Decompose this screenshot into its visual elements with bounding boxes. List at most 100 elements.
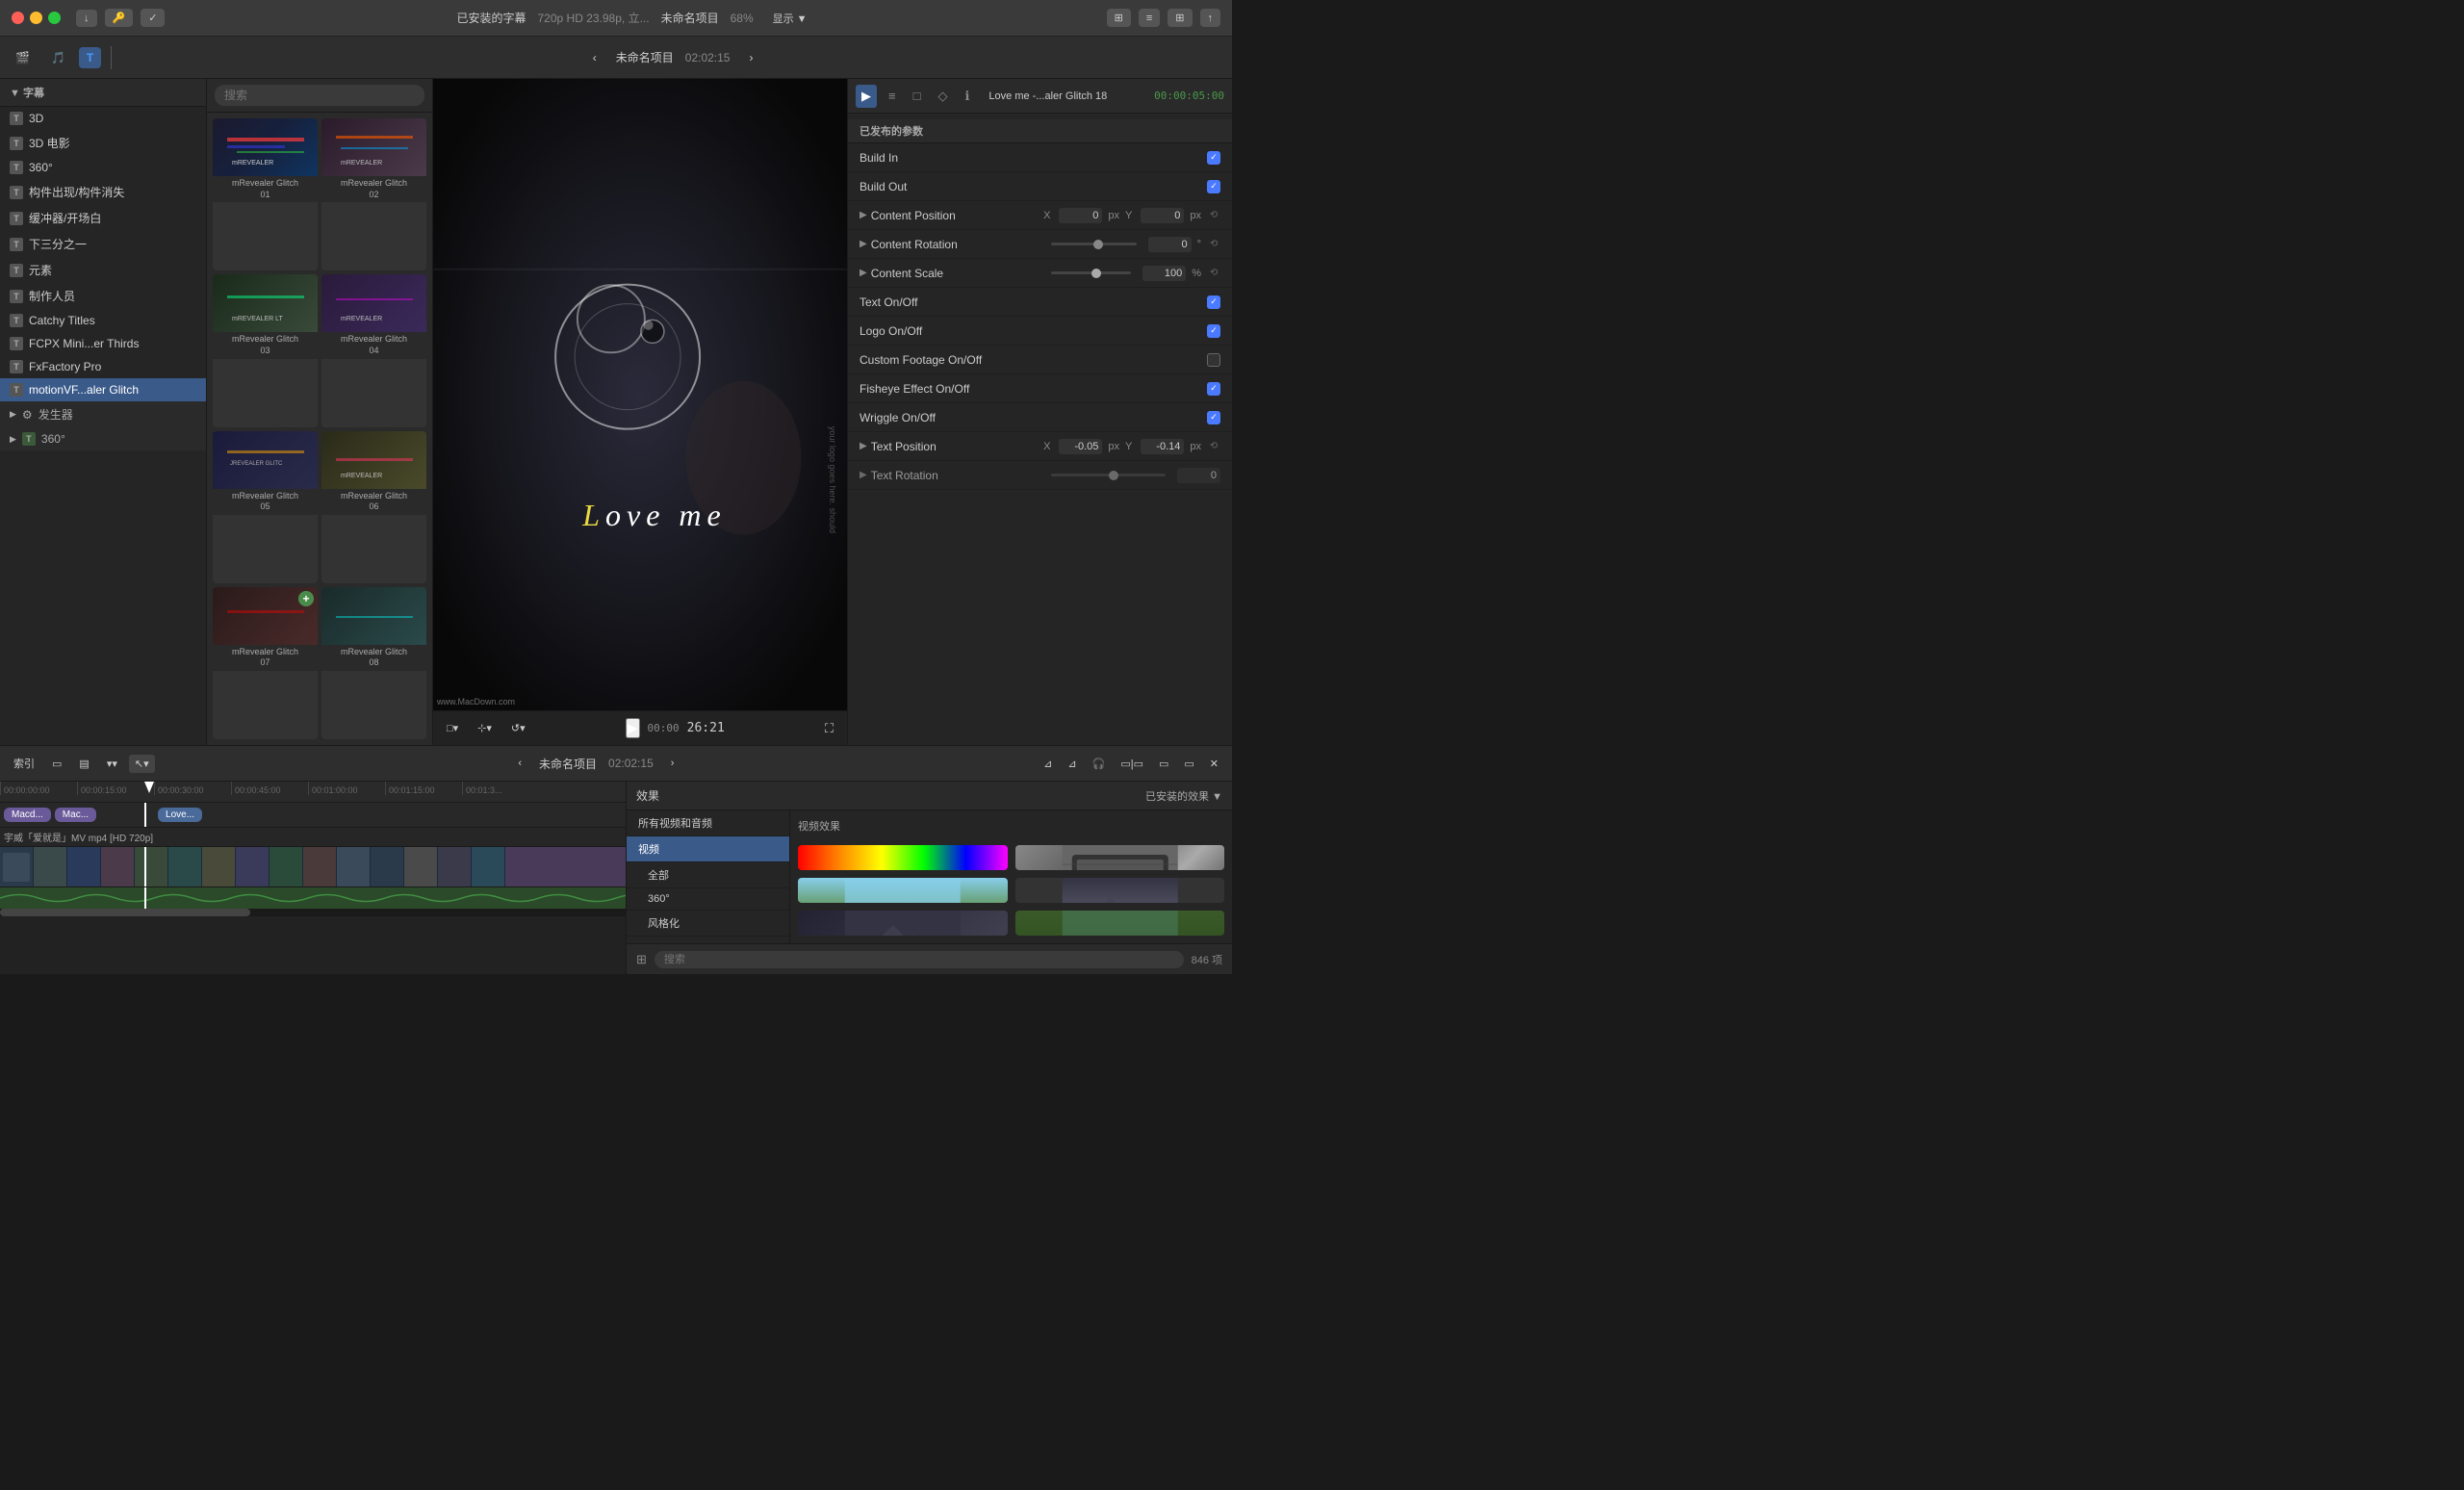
content-scale-value[interactable]: [1142, 266, 1186, 281]
content-pos-y[interactable]: [1141, 208, 1184, 223]
inspector-tab-share[interactable]: ◇: [932, 85, 953, 108]
clip-chip-mac[interactable]: Mac...: [55, 808, 96, 822]
minimize-button[interactable]: [30, 12, 42, 24]
browser-item-glitch01[interactable]: mREVEALER mRevealer Glitch01: [213, 118, 318, 270]
browser-item-glitch03[interactable]: mREVEALER LT mRevealer Glitch03: [213, 274, 318, 426]
effect-item-blur1[interactable]: [798, 911, 1008, 936]
display-btn[interactable]: 显示 ▼: [765, 7, 815, 30]
audio-expand-btn[interactable]: ⊿: [1038, 755, 1058, 773]
effects-cat-all[interactable]: 全部: [627, 862, 789, 888]
effects-grid-view-btn[interactable]: ⊞: [636, 952, 647, 967]
browser-item-glitch06[interactable]: mREVEALER mRevealer Glitch06: [321, 431, 426, 583]
browser-item-glitch08[interactable]: mRevealer Glitch08: [321, 587, 426, 739]
custom-footage-checkbox[interactable]: [1207, 353, 1220, 367]
logo-onoff-checkbox[interactable]: [1207, 324, 1220, 338]
effect-item-color-palette[interactable]: 颜色板: [798, 845, 1008, 870]
sidebar-item-fxfactory[interactable]: T FxFactory Pro: [0, 355, 206, 378]
fullscreen-btn[interactable]: ⛶: [819, 718, 839, 739]
effects-cat-360[interactable]: 360°: [627, 888, 789, 911]
sidebar-item-catchy-titles[interactable]: T Catchy Titles: [0, 309, 206, 332]
audio-track[interactable]: [0, 887, 626, 909]
music-btn[interactable]: 🎵: [43, 47, 73, 68]
text-pos-y[interactable]: [1141, 439, 1184, 454]
index-btn[interactable]: 索引: [8, 753, 40, 774]
content-pos-reset[interactable]: ⟲: [1207, 209, 1220, 222]
settings-btn[interactable]: ⊞: [1168, 9, 1192, 27]
library-group-360[interactable]: ▶ T 360°: [0, 427, 206, 450]
text-pos-x[interactable]: [1059, 439, 1102, 454]
content-rotation-value[interactable]: [1148, 237, 1192, 252]
content-rotation-track[interactable]: [1051, 243, 1136, 245]
fisheye-checkbox[interactable]: [1207, 382, 1220, 396]
content-pos-x[interactable]: [1059, 208, 1102, 223]
track-view-btn[interactable]: ▤: [73, 755, 94, 773]
content-scale-track[interactable]: [1051, 271, 1131, 274]
text-rotation-expand[interactable]: ▶: [860, 470, 867, 480]
content-rotation-reset[interactable]: ⟲: [1207, 238, 1220, 251]
text-pos-reset[interactable]: ⟲: [1207, 440, 1220, 453]
browser-item-glitch07[interactable]: + mRevealer Glitch07: [213, 587, 318, 739]
nav-next-btn[interactable]: ›: [741, 47, 760, 68]
clip-edit-btn[interactable]: ▭|▭: [1115, 755, 1149, 773]
effects-cat-light[interactable]: 光源: [627, 937, 789, 943]
sidebar-item-credits[interactable]: T 制作人员: [0, 283, 206, 309]
effect-item-tv50[interactable]: 50 年代电视机: [1015, 845, 1225, 870]
maximize-button[interactable]: [48, 12, 61, 24]
text-onoff-checkbox[interactable]: [1207, 295, 1220, 309]
clip-chip-love[interactable]: Love...: [158, 808, 202, 822]
transform-btn[interactable]: ⊹▾: [472, 719, 498, 737]
inspector-tab-meta[interactable]: ℹ: [959, 85, 975, 108]
timeline-settings-btn[interactable]: ▾▾: [101, 755, 123, 773]
effects-dropdown-btn[interactable]: 已安装的效果 ▼: [1145, 788, 1222, 804]
content-scale-reset[interactable]: ⟲: [1207, 267, 1220, 280]
inspector-tab-audio[interactable]: ≡: [883, 85, 902, 107]
inspector-tab-info[interactable]: □: [908, 85, 927, 107]
text-position-expand[interactable]: ▶: [860, 441, 867, 451]
effect-item-360-light[interactable]: 360° 泛光: [1015, 878, 1225, 903]
share-btn[interactable]: ↑: [1200, 9, 1221, 27]
timeline-scrollbar[interactable]: [0, 909, 626, 916]
video-frames-track[interactable]: [0, 847, 626, 887]
clip-chip-macd[interactable]: Macd...: [4, 808, 51, 822]
effect-item-360-defocus[interactable]: 360° 反锐化遮罩: [798, 878, 1008, 903]
library-group-generator[interactable]: ▶ ⚙ 发生器: [0, 401, 206, 427]
browser-item-glitch02[interactable]: mREVEALER mRevealer Glitch02: [321, 118, 426, 270]
effects-search-input[interactable]: [654, 951, 1184, 968]
clip-solo-btn[interactable]: ▭: [1178, 755, 1199, 773]
sidebar-item-3d-movie[interactable]: T 3D 电影: [0, 130, 206, 156]
nav-prev-btn[interactable]: ‹: [585, 47, 604, 68]
tl-nav-next[interactable]: ›: [665, 755, 680, 772]
browser-item-glitch04[interactable]: mREVEALER mRevealer Glitch04: [321, 274, 426, 426]
browser-search-input[interactable]: [215, 85, 424, 106]
content-rotation-thumb[interactable]: [1093, 240, 1103, 249]
text-rotation-value[interactable]: [1177, 468, 1220, 483]
text-rotation-track[interactable]: [1051, 474, 1166, 476]
analyze-btn[interactable]: ↺▾: [505, 719, 531, 737]
headphone-btn[interactable]: 🎧: [1087, 755, 1112, 773]
download-btn[interactable]: ↓: [76, 10, 97, 27]
sidebar-item-fcpx-mini[interactable]: T FCPX Mini...er Thirds: [0, 332, 206, 355]
sidebar-item-lower-third[interactable]: T 下三分之一: [0, 231, 206, 257]
grid-view-btn[interactable]: ⊞: [1107, 9, 1131, 27]
content-position-expand[interactable]: ▶: [860, 210, 867, 220]
blade-btn[interactable]: ▭: [1153, 755, 1174, 773]
sidebar-item-3d[interactable]: T 3D: [0, 107, 206, 130]
list-view-btn[interactable]: ≡: [1139, 9, 1160, 27]
effects-cat-stylize[interactable]: 风格化: [627, 911, 789, 937]
select-tool-btn[interactable]: ↖▾: [129, 755, 155, 773]
content-scale-thumb[interactable]: [1091, 269, 1101, 278]
audio-levels-btn[interactable]: ⊿: [1062, 755, 1082, 773]
browser-item-glitch05[interactable]: JREVEALER GLITC mRevealer Glitch05: [213, 431, 318, 583]
content-rotation-expand[interactable]: ▶: [860, 239, 867, 249]
inspector-tab-video[interactable]: ▶: [856, 85, 877, 108]
sidebar-item-motionvf[interactable]: T motionVF...aler Glitch: [0, 378, 206, 401]
sidebar-item-buffer[interactable]: T 缓冲器/开场白: [0, 205, 206, 231]
tl-nav-prev[interactable]: ‹: [512, 755, 527, 772]
text-rotation-thumb[interactable]: [1109, 471, 1118, 480]
media-btn[interactable]: 🎬: [8, 47, 38, 68]
build-in-checkbox[interactable]: [1207, 151, 1220, 165]
check-btn[interactable]: ✓: [141, 9, 165, 27]
wriggle-checkbox[interactable]: [1207, 411, 1220, 424]
scrollbar-thumb[interactable]: [0, 909, 250, 916]
build-out-checkbox[interactable]: [1207, 180, 1220, 193]
